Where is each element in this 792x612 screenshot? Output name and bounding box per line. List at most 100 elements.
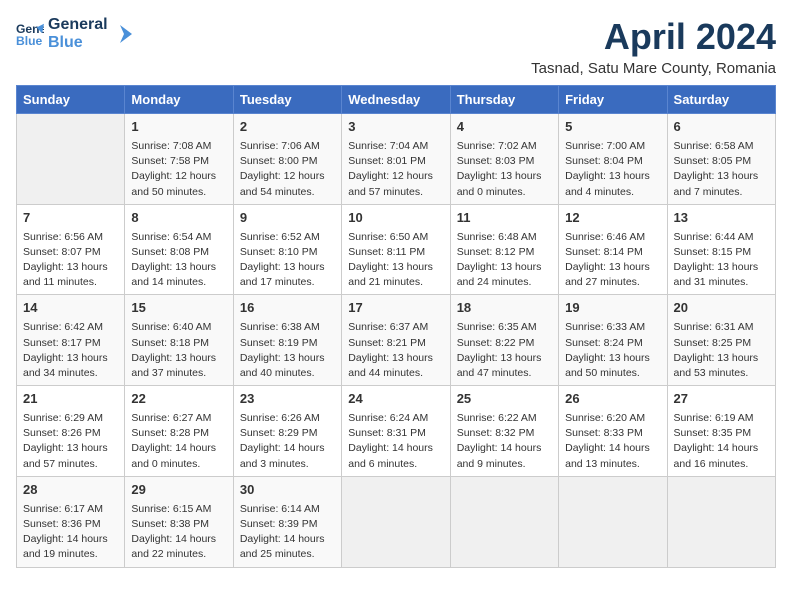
sunset-text: Sunset: 8:33 PM: [565, 426, 660, 441]
day-info: Sunrise: 6:42 AM Sunset: 8:17 PM Dayligh…: [23, 320, 118, 381]
day-info: Sunrise: 6:35 AM Sunset: 8:22 PM Dayligh…: [457, 320, 552, 381]
table-row: 29 Sunrise: 6:15 AM Sunset: 8:38 PM Dayl…: [125, 476, 233, 567]
day-info: Sunrise: 6:54 AM Sunset: 8:08 PM Dayligh…: [131, 230, 226, 291]
col-tuesday: Tuesday: [233, 86, 341, 114]
sunset-text: Sunset: 8:22 PM: [457, 336, 552, 351]
table-row: 30 Sunrise: 6:14 AM Sunset: 8:39 PM Dayl…: [233, 476, 341, 567]
daylight-text: Daylight: 12 hours and 50 minutes.: [131, 169, 226, 199]
table-row: 6 Sunrise: 6:58 AM Sunset: 8:05 PM Dayli…: [667, 114, 775, 205]
daylight-text: Daylight: 13 hours and 17 minutes.: [240, 260, 335, 290]
sunset-text: Sunset: 8:10 PM: [240, 245, 335, 260]
day-info: Sunrise: 7:08 AM Sunset: 7:58 PM Dayligh…: [131, 139, 226, 200]
day-number: 12: [565, 209, 660, 228]
day-info: Sunrise: 7:04 AM Sunset: 8:01 PM Dayligh…: [348, 139, 443, 200]
day-info: Sunrise: 7:02 AM Sunset: 8:03 PM Dayligh…: [457, 139, 552, 200]
sunset-text: Sunset: 8:05 PM: [674, 154, 769, 169]
sunrise-text: Sunrise: 7:02 AM: [457, 139, 552, 154]
table-row: 26 Sunrise: 6:20 AM Sunset: 8:33 PM Dayl…: [559, 386, 667, 477]
sunrise-text: Sunrise: 6:50 AM: [348, 230, 443, 245]
day-number: 27: [674, 390, 769, 409]
daylight-text: Daylight: 13 hours and 31 minutes.: [674, 260, 769, 290]
daylight-text: Daylight: 14 hours and 19 minutes.: [23, 532, 118, 562]
day-number: 9: [240, 209, 335, 228]
sunset-text: Sunset: 8:08 PM: [131, 245, 226, 260]
sunrise-text: Sunrise: 6:33 AM: [565, 320, 660, 335]
daylight-text: Daylight: 13 hours and 0 minutes.: [457, 169, 552, 199]
table-row: [559, 476, 667, 567]
sunrise-text: Sunrise: 7:08 AM: [131, 139, 226, 154]
day-number: 20: [674, 299, 769, 318]
table-row: 15 Sunrise: 6:40 AM Sunset: 8:18 PM Dayl…: [125, 295, 233, 386]
day-info: Sunrise: 6:44 AM Sunset: 8:15 PM Dayligh…: [674, 230, 769, 291]
sunrise-text: Sunrise: 7:06 AM: [240, 139, 335, 154]
day-number: 15: [131, 299, 226, 318]
daylight-text: Daylight: 13 hours and 4 minutes.: [565, 169, 660, 199]
page-header: General Blue General Blue April 2024 Tas…: [16, 16, 776, 77]
sunrise-text: Sunrise: 6:31 AM: [674, 320, 769, 335]
day-number: 10: [348, 209, 443, 228]
calendar-week-row: 7 Sunrise: 6:56 AM Sunset: 8:07 PM Dayli…: [17, 204, 776, 295]
sunset-text: Sunset: 8:03 PM: [457, 154, 552, 169]
table-row: 4 Sunrise: 7:02 AM Sunset: 8:03 PM Dayli…: [450, 114, 558, 205]
day-number: 19: [565, 299, 660, 318]
col-thursday: Thursday: [450, 86, 558, 114]
day-info: Sunrise: 6:31 AM Sunset: 8:25 PM Dayligh…: [674, 320, 769, 381]
daylight-text: Daylight: 13 hours and 40 minutes.: [240, 351, 335, 381]
sunset-text: Sunset: 8:24 PM: [565, 336, 660, 351]
calendar-week-row: 14 Sunrise: 6:42 AM Sunset: 8:17 PM Dayl…: [17, 295, 776, 386]
table-row: 12 Sunrise: 6:46 AM Sunset: 8:14 PM Dayl…: [559, 204, 667, 295]
logo: General Blue General Blue: [16, 16, 134, 51]
sunset-text: Sunset: 8:28 PM: [131, 426, 226, 441]
day-info: Sunrise: 6:50 AM Sunset: 8:11 PM Dayligh…: [348, 230, 443, 291]
day-number: 30: [240, 481, 335, 500]
table-row: 5 Sunrise: 7:00 AM Sunset: 8:04 PM Dayli…: [559, 114, 667, 205]
day-number: 14: [23, 299, 118, 318]
sunrise-text: Sunrise: 6:35 AM: [457, 320, 552, 335]
daylight-text: Daylight: 13 hours and 7 minutes.: [674, 169, 769, 199]
day-number: 8: [131, 209, 226, 228]
table-row: 16 Sunrise: 6:38 AM Sunset: 8:19 PM Dayl…: [233, 295, 341, 386]
month-title: April 2024: [531, 16, 776, 58]
sunrise-text: Sunrise: 6:48 AM: [457, 230, 552, 245]
table-row: 1 Sunrise: 7:08 AM Sunset: 7:58 PM Dayli…: [125, 114, 233, 205]
day-number: 6: [674, 118, 769, 137]
day-info: Sunrise: 6:24 AM Sunset: 8:31 PM Dayligh…: [348, 411, 443, 472]
daylight-text: Daylight: 13 hours and 24 minutes.: [457, 260, 552, 290]
sunrise-text: Sunrise: 6:40 AM: [131, 320, 226, 335]
sunset-text: Sunset: 8:36 PM: [23, 517, 118, 532]
logo-general: General: [48, 16, 108, 34]
col-saturday: Saturday: [667, 86, 775, 114]
day-info: Sunrise: 6:46 AM Sunset: 8:14 PM Dayligh…: [565, 230, 660, 291]
col-wednesday: Wednesday: [342, 86, 450, 114]
day-info: Sunrise: 6:19 AM Sunset: 8:35 PM Dayligh…: [674, 411, 769, 472]
day-info: Sunrise: 6:48 AM Sunset: 8:12 PM Dayligh…: [457, 230, 552, 291]
sunrise-text: Sunrise: 6:44 AM: [674, 230, 769, 245]
svg-text:Blue: Blue: [16, 34, 43, 48]
sunrise-text: Sunrise: 6:19 AM: [674, 411, 769, 426]
day-number: 3: [348, 118, 443, 137]
calendar-week-row: 28 Sunrise: 6:17 AM Sunset: 8:36 PM Dayl…: [17, 476, 776, 567]
daylight-text: Daylight: 14 hours and 25 minutes.: [240, 532, 335, 562]
day-number: 16: [240, 299, 335, 318]
sunset-text: Sunset: 8:29 PM: [240, 426, 335, 441]
day-info: Sunrise: 6:15 AM Sunset: 8:38 PM Dayligh…: [131, 502, 226, 563]
table-row: 17 Sunrise: 6:37 AM Sunset: 8:21 PM Dayl…: [342, 295, 450, 386]
sunrise-text: Sunrise: 6:14 AM: [240, 502, 335, 517]
sunset-text: Sunset: 8:26 PM: [23, 426, 118, 441]
sunset-text: Sunset: 8:18 PM: [131, 336, 226, 351]
daylight-text: Daylight: 14 hours and 16 minutes.: [674, 441, 769, 471]
sunrise-text: Sunrise: 6:46 AM: [565, 230, 660, 245]
daylight-text: Daylight: 13 hours and 21 minutes.: [348, 260, 443, 290]
table-row: 10 Sunrise: 6:50 AM Sunset: 8:11 PM Dayl…: [342, 204, 450, 295]
day-number: 5: [565, 118, 660, 137]
sunrise-text: Sunrise: 6:38 AM: [240, 320, 335, 335]
table-row: 25 Sunrise: 6:22 AM Sunset: 8:32 PM Dayl…: [450, 386, 558, 477]
day-info: Sunrise: 6:33 AM Sunset: 8:24 PM Dayligh…: [565, 320, 660, 381]
sunset-text: Sunset: 8:00 PM: [240, 154, 335, 169]
daylight-text: Daylight: 14 hours and 6 minutes.: [348, 441, 443, 471]
daylight-text: Daylight: 14 hours and 13 minutes.: [565, 441, 660, 471]
sunset-text: Sunset: 8:35 PM: [674, 426, 769, 441]
logo-blue: Blue: [48, 34, 108, 52]
table-row: 19 Sunrise: 6:33 AM Sunset: 8:24 PM Dayl…: [559, 295, 667, 386]
sunrise-text: Sunrise: 6:22 AM: [457, 411, 552, 426]
